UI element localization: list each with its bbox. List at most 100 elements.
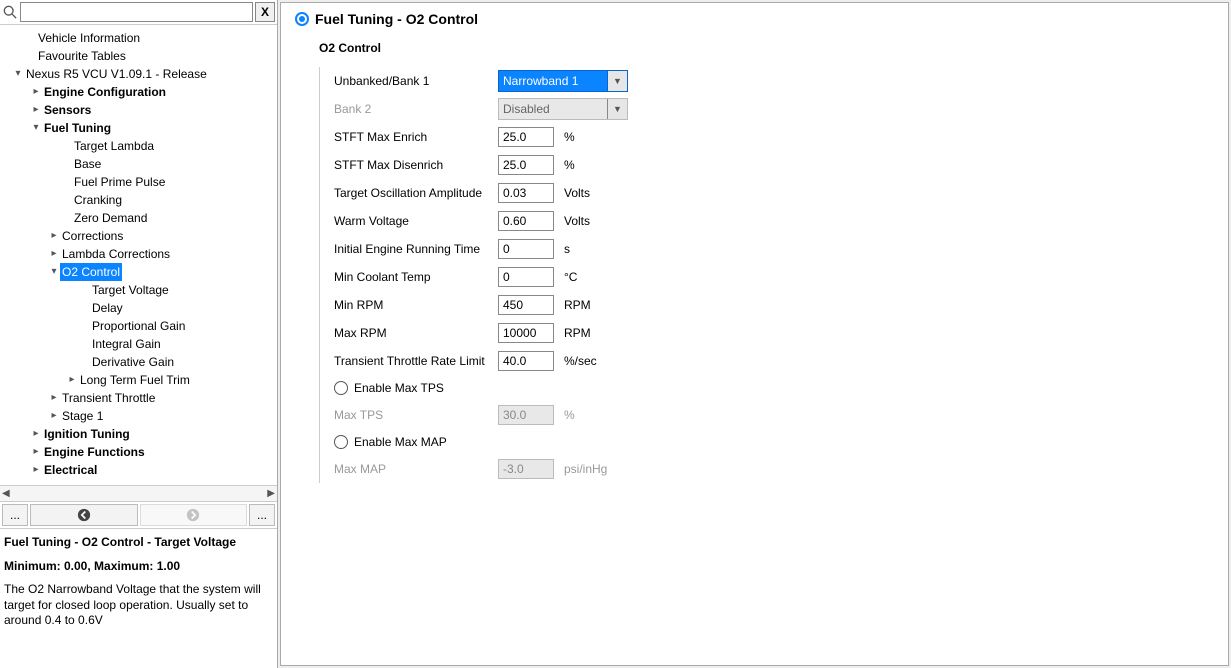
max-rpm-input[interactable] <box>498 323 554 343</box>
init-run-unit: s <box>564 242 570 256</box>
tree-item-label: Cranking <box>72 191 124 209</box>
chevron-right-icon[interactable]: ▸ <box>30 101 42 119</box>
trans-throttle-input[interactable] <box>498 351 554 371</box>
help-panel: Fuel Tuning - O2 Control - Target Voltag… <box>0 528 277 668</box>
bank2-label: Bank 2 <box>334 102 498 116</box>
chevron-right-icon[interactable]: ▸ <box>48 227 60 245</box>
tree-item-label: Vehicle Information <box>36 29 142 47</box>
tree-item[interactable]: Integral Gain <box>4 335 277 353</box>
tree-item[interactable]: ▾Nexus R5 VCU V1.09.1 - Release <box>4 65 277 83</box>
warm-voltage-input[interactable] <box>498 211 554 231</box>
chevron-down-icon[interactable]: ▾ <box>12 65 24 83</box>
tree-item[interactable]: Target Voltage <box>4 281 277 299</box>
help-nav-menu-left[interactable]: ... <box>2 504 28 526</box>
min-rpm-input[interactable] <box>498 295 554 315</box>
chevron-right-icon[interactable]: ▸ <box>66 371 78 389</box>
help-nav-back-button[interactable] <box>30 504 138 526</box>
chevron-right-icon[interactable]: ▸ <box>48 245 60 263</box>
search-clear-button[interactable]: X <box>255 2 275 22</box>
tree-item-label: Proportional Gain <box>90 317 187 335</box>
tree-item[interactable]: ▸Long Term Fuel Trim <box>4 371 277 389</box>
tree-item[interactable]: ▸Engine Functions <box>4 443 277 461</box>
tree-item[interactable]: ▸Transient Throttle <box>4 389 277 407</box>
left-panel: X Vehicle InformationFavourite Tables▾Ne… <box>0 0 278 668</box>
page-title-row: Fuel Tuning - O2 Control <box>295 11 1214 27</box>
osc-amp-input[interactable] <box>498 183 554 203</box>
chevron-right-icon[interactable]: ▸ <box>30 443 42 461</box>
tree-item[interactable]: Zero Demand <box>4 209 277 227</box>
help-nav-bar: ... ... <box>0 501 277 528</box>
chevron-down-icon: ▼ <box>607 99 627 119</box>
tree-item[interactable]: Delay <box>4 299 277 317</box>
bank2-value: Disabled <box>503 102 550 116</box>
enable-max-map-radio[interactable] <box>334 435 348 449</box>
help-nav-forward-button[interactable] <box>140 504 248 526</box>
chevron-down-icon[interactable]: ▾ <box>30 119 42 137</box>
stft-enrich-input[interactable] <box>498 127 554 147</box>
tree-item[interactable]: ▸Sensors <box>4 101 277 119</box>
tree-item[interactable]: Cranking <box>4 191 277 209</box>
tree-item[interactable]: Fuel Prime Pulse <box>4 173 277 191</box>
tree-item[interactable]: ▸Stage 1 <box>4 407 277 425</box>
osc-amp-label: Target Oscillation Amplitude <box>334 186 498 200</box>
help-range: Minimum: 0.00, Maximum: 1.00 <box>4 559 273 575</box>
tree-item-label: Integral Gain <box>90 335 163 353</box>
init-run-input[interactable] <box>498 239 554 259</box>
enable-max-tps-radio[interactable] <box>334 381 348 395</box>
tree-item[interactable]: Derivative Gain <box>4 353 277 371</box>
min-coolant-unit: °C <box>564 270 577 284</box>
tree-horizontal-scrollbar[interactable]: ◀ ▶ <box>0 485 277 501</box>
chevron-right-icon[interactable]: ▸ <box>30 425 42 443</box>
chevron-right-icon[interactable]: ▸ <box>30 83 42 101</box>
max-tps-input <box>498 405 554 425</box>
tree-item[interactable]: Base <box>4 155 277 173</box>
stft-enrich-unit: % <box>564 130 575 144</box>
chevron-down-icon[interactable]: ▾ <box>48 263 60 281</box>
scroll-right-icon[interactable]: ▶ <box>267 488 275 499</box>
tree-item-label: Fuel Tuning <box>42 119 113 137</box>
tree-item-label: Sensors <box>42 101 93 119</box>
search-bar: X <box>0 0 277 25</box>
tree-item[interactable]: ▸Lambda Corrections <box>4 245 277 263</box>
max-tps-label: Max TPS <box>334 408 498 422</box>
bank1-label: Unbanked/Bank 1 <box>334 74 498 88</box>
search-input[interactable] <box>20 2 253 22</box>
tree-item[interactable]: ▾O2 Control <box>4 263 277 281</box>
chevron-right-icon[interactable]: ▸ <box>30 461 42 479</box>
content-pane: Fuel Tuning - O2 Control O2 Control Unba… <box>280 2 1229 666</box>
tree-item[interactable]: Target Lambda <box>4 137 277 155</box>
tree-item[interactable]: ▸Electrical <box>4 461 277 479</box>
tree-item[interactable]: ▸Corrections <box>4 227 277 245</box>
nav-tree[interactable]: Vehicle InformationFavourite Tables▾Nexu… <box>0 25 277 485</box>
stft-disenrich-input[interactable] <box>498 155 554 175</box>
trans-throttle-label: Transient Throttle Rate Limit <box>334 354 498 368</box>
min-coolant-input[interactable] <box>498 267 554 287</box>
tree-item[interactable]: Proportional Gain <box>4 317 277 335</box>
max-tps-unit: % <box>564 408 575 422</box>
tree-item[interactable]: ▸Engine Configuration <box>4 83 277 101</box>
tree-item-label: Target Voltage <box>90 281 171 299</box>
tree-item-label: Ignition Tuning <box>42 425 132 443</box>
min-rpm-unit: RPM <box>564 298 591 312</box>
chevron-right-icon[interactable]: ▸ <box>48 407 60 425</box>
max-rpm-unit: RPM <box>564 326 591 340</box>
tree-item-label: Derivative Gain <box>90 353 176 371</box>
chevron-down-icon: ▼ <box>607 71 627 91</box>
stft-disenrich-unit: % <box>564 158 575 172</box>
tree-item[interactable]: ▸Ignition Tuning <box>4 425 277 443</box>
tree-item[interactable]: Favourite Tables <box>4 47 277 65</box>
scroll-left-icon[interactable]: ◀ <box>2 488 10 499</box>
help-description: The O2 Narrowband Voltage that the syste… <box>4 582 273 629</box>
bank1-select[interactable]: Narrowband 1 ▼ <box>498 70 628 92</box>
stft-enrich-label: STFT Max Enrich <box>334 130 498 144</box>
chevron-right-icon[interactable]: ▸ <box>48 389 60 407</box>
min-rpm-label: Min RPM <box>334 298 498 312</box>
tree-item-label: Target Lambda <box>72 137 156 155</box>
tree-item-label: Electrical <box>42 461 99 479</box>
tree-item-label: Base <box>72 155 103 173</box>
help-nav-menu-right[interactable]: ... <box>249 504 275 526</box>
tree-item[interactable]: ▾Fuel Tuning <box>4 119 277 137</box>
tree-item[interactable]: Vehicle Information <box>4 29 277 47</box>
tree-item-label: Lambda Corrections <box>60 245 172 263</box>
help-title: Fuel Tuning - O2 Control - Target Voltag… <box>4 535 273 551</box>
